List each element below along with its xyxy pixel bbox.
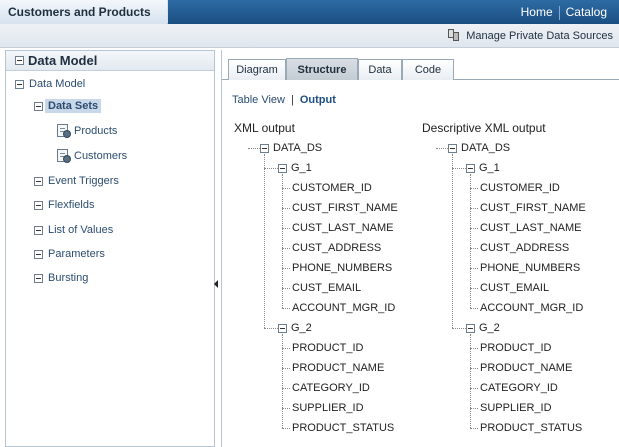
tree-item-label: Data Sets bbox=[45, 99, 102, 113]
app-title: Customers and Products bbox=[8, 5, 151, 19]
tree-item-label: Data Model bbox=[29, 78, 86, 90]
tree-node-g2[interactable]: G_2 bbox=[466, 321, 500, 335]
tree-field[interactable]: CUST_LAST_NAME bbox=[292, 221, 393, 235]
tree-field[interactable]: CUSTOMER_ID bbox=[480, 181, 560, 195]
data-sources-icon bbox=[448, 29, 462, 42]
tree-node-g2[interactable]: G_2 bbox=[278, 321, 312, 335]
tree-field[interactable]: CUST_FIRST_NAME bbox=[292, 201, 398, 215]
tree-item-dataset-products[interactable]: Products bbox=[57, 123, 117, 139]
collapse-panel-icon[interactable] bbox=[15, 56, 24, 65]
tree-field[interactable]: SUPPLIER_ID bbox=[292, 401, 364, 415]
tree-item-label: List of Values bbox=[48, 224, 114, 236]
data-model-panel-header[interactable]: Data Model bbox=[6, 51, 214, 71]
tree-field[interactable]: PRODUCT_STATUS bbox=[480, 421, 582, 435]
global-nav-bar: Home Catalog bbox=[168, 0, 619, 24]
tree-field[interactable]: CUST_FIRST_NAME bbox=[480, 201, 586, 215]
tree-item-label: Products bbox=[74, 125, 118, 137]
collapse-left-arrow-icon[interactable] bbox=[213, 272, 219, 296]
structure-panel: Diagram Structure Data Code Table View | O… bbox=[221, 50, 619, 447]
tree-item-list-of-values[interactable]: List of Values bbox=[34, 222, 113, 238]
collapse-icon[interactable] bbox=[34, 200, 43, 210]
table-view-link[interactable]: Table View bbox=[232, 94, 285, 106]
tree-field[interactable]: CUST_EMAIL bbox=[292, 281, 361, 295]
tree-item-label: Flexfields bbox=[48, 199, 95, 211]
tree-field[interactable]: PHONE_NUMBERS bbox=[480, 261, 580, 275]
tab-data[interactable]: Data bbox=[358, 59, 402, 80]
tree-item-data-sets[interactable]: Data Sets bbox=[34, 98, 102, 114]
data-set-icon bbox=[57, 123, 72, 139]
tree-node-g1[interactable]: G_1 bbox=[278, 161, 312, 175]
tree-node-data-ds[interactable]: DATA_DS bbox=[260, 141, 322, 155]
collapse-icon[interactable] bbox=[260, 143, 269, 153]
node-label: G_2 bbox=[479, 322, 500, 334]
tree-field[interactable]: CUST_ADDRESS bbox=[292, 241, 381, 255]
collapse-icon[interactable] bbox=[15, 79, 24, 89]
node-label: G_1 bbox=[479, 162, 500, 174]
collapse-icon[interactable] bbox=[278, 163, 287, 173]
tree-item-flexfields[interactable]: Flexfields bbox=[34, 197, 94, 213]
tree-item-parameters[interactable]: Parameters bbox=[34, 246, 105, 262]
tree-field[interactable]: PRODUCT_ID bbox=[292, 341, 364, 355]
tree-item-label: Event Triggers bbox=[48, 175, 119, 187]
tree-field[interactable]: CUSTOMER_ID bbox=[292, 181, 372, 195]
tree-field[interactable]: SUPPLIER_ID bbox=[480, 401, 552, 415]
tab-bar: Diagram Structure Data Code bbox=[222, 50, 619, 80]
top-header: Customers and Products Home Catalog bbox=[0, 0, 619, 24]
tree-field[interactable]: CUST_EMAIL bbox=[480, 281, 549, 295]
node-label: DATA_DS bbox=[461, 142, 511, 154]
app-title-tab: Customers and Products bbox=[0, 0, 183, 24]
collapse-icon[interactable] bbox=[466, 163, 475, 173]
tree-item-label: Bursting bbox=[48, 272, 89, 284]
node-label: DATA_DS bbox=[273, 142, 323, 154]
tree-field[interactable]: PHONE_NUMBERS bbox=[292, 261, 392, 275]
tree-field[interactable]: PRODUCT_STATUS bbox=[292, 421, 394, 435]
tree-item-label: Parameters bbox=[48, 248, 105, 260]
tab-diagram[interactable]: Diagram bbox=[228, 59, 286, 80]
collapse-icon[interactable] bbox=[448, 143, 457, 153]
collapse-icon[interactable] bbox=[466, 323, 475, 333]
tree-field[interactable]: CUST_ADDRESS bbox=[480, 241, 569, 255]
collapse-icon[interactable] bbox=[34, 249, 43, 259]
tree-field[interactable]: PRODUCT_NAME bbox=[292, 361, 384, 375]
tree-item-bursting[interactable]: Bursting bbox=[34, 270, 88, 286]
tree-title: XML output bbox=[234, 121, 295, 135]
collapse-icon[interactable] bbox=[34, 176, 43, 186]
manage-private-data-sources-button[interactable]: Manage Private Data Sources bbox=[448, 29, 613, 42]
tree-field[interactable]: CATEGORY_ID bbox=[480, 381, 558, 395]
tab-code[interactable]: Code bbox=[402, 59, 454, 80]
view-link-separator: | bbox=[291, 94, 294, 106]
data-set-icon bbox=[57, 148, 72, 164]
collapse-icon[interactable] bbox=[34, 273, 43, 283]
toolbar: Manage Private Data Sources bbox=[0, 24, 619, 48]
collapse-icon[interactable] bbox=[278, 323, 287, 333]
collapse-icon[interactable] bbox=[34, 225, 43, 235]
node-label: G_2 bbox=[291, 322, 312, 334]
data-model-panel: Data Model Data Model Data Sets Products… bbox=[5, 50, 215, 447]
tree-node-g1[interactable]: G_1 bbox=[466, 161, 500, 175]
node-label: G_1 bbox=[291, 162, 312, 174]
tab-structure[interactable]: Structure bbox=[286, 58, 358, 80]
tree-field[interactable]: CUST_LAST_NAME bbox=[480, 221, 581, 235]
tree-field[interactable]: ACCOUNT_MGR_ID bbox=[292, 301, 395, 315]
nav-separator bbox=[558, 5, 560, 20]
manage-private-data-sources-label: Manage Private Data Sources bbox=[466, 29, 613, 42]
tree-item-dataset-customers[interactable]: Customers bbox=[57, 148, 127, 164]
data-model-panel-title: Data Model bbox=[28, 53, 98, 68]
output-link[interactable]: Output bbox=[300, 94, 336, 106]
tree-field[interactable]: PRODUCT_NAME bbox=[480, 361, 572, 375]
nav-catalog-link[interactable]: Catalog bbox=[566, 5, 607, 19]
tree-item-data-model[interactable]: Data Model bbox=[15, 76, 85, 92]
global-nav-links: Home Catalog bbox=[521, 5, 607, 20]
tree-field[interactable]: PRODUCT_ID bbox=[480, 341, 552, 355]
tree-field[interactable]: ACCOUNT_MGR_ID bbox=[480, 301, 583, 315]
tree-item-label: Customers bbox=[74, 150, 128, 162]
tree-node-data-ds[interactable]: DATA_DS bbox=[448, 141, 510, 155]
nav-home-link[interactable]: Home bbox=[521, 5, 553, 19]
view-links: Table View | Output bbox=[232, 94, 336, 106]
tree-title: Descriptive XML output bbox=[422, 121, 546, 135]
tree-field[interactable]: CATEGORY_ID bbox=[292, 381, 370, 395]
tree-item-event-triggers[interactable]: Event Triggers bbox=[34, 173, 119, 189]
collapse-icon[interactable] bbox=[34, 101, 43, 111]
